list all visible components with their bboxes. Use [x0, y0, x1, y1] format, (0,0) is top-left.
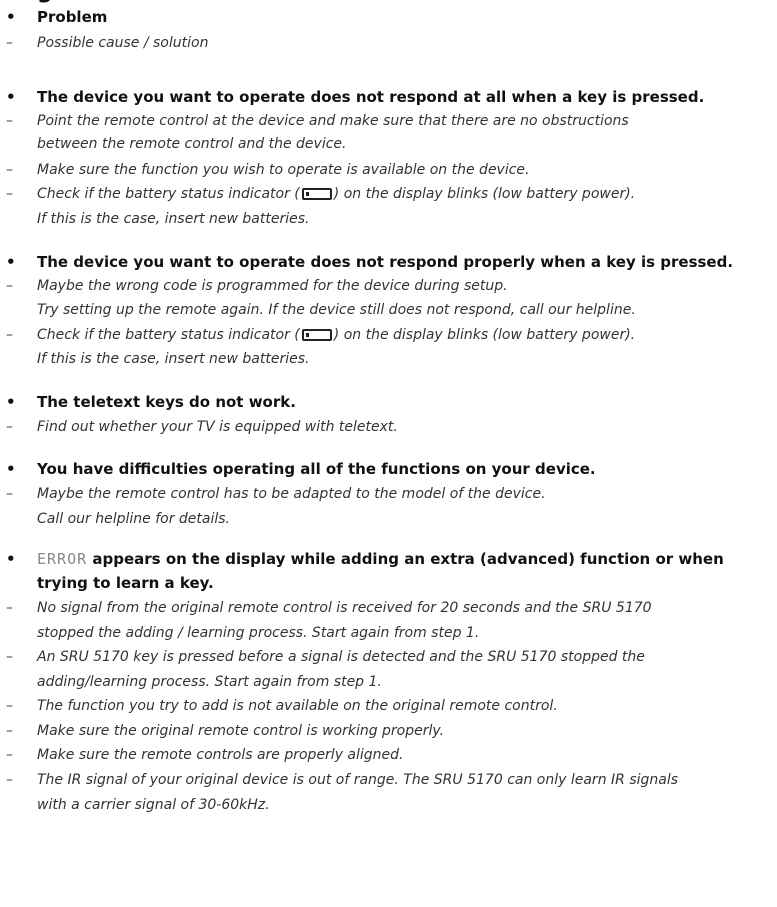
problem-item: • You have difficulties operating all of … — [0, 458, 777, 480]
problem-item: • The teletext keys do not work. — [0, 391, 777, 413]
problem-item: • ERROR appears on the display while addi… — [0, 548, 777, 570]
cause-item: – Maybe the wrong code is programmed for … — [0, 275, 777, 297]
cause-item: – Find out whether your TV is equipped wi… — [0, 416, 777, 438]
cause-text: An SRU 5170 key is pressed before a sign… — [37, 649, 645, 665]
cause-text: Make sure the remote controls are proper… — [37, 747, 404, 763]
bullet-icon: • — [6, 8, 16, 26]
dash-icon: – — [6, 723, 13, 739]
cause-item: If this is the case, insert new batterie… — [0, 208, 777, 230]
cause-text: If this is the case, insert new batterie… — [37, 211, 310, 227]
cause-text: The IR signal of your original device is… — [37, 772, 679, 788]
troubleshooting-page: g • Problem – Possible cause / solution • The … — [0, 0, 777, 907]
cause-item: – Point the remote control at the device … — [0, 110, 777, 132]
dash-icon: – — [6, 162, 13, 178]
dash-icon: – — [6, 649, 13, 665]
cause-item: – An SRU 5170 key is pressed before a sig… — [0, 646, 777, 668]
cause-item: – No signal from the original remote cont… — [0, 597, 777, 619]
cause-text: Maybe the remote control has to be adapt… — [37, 486, 546, 502]
bullet-icon: • — [6, 88, 16, 106]
cause-text: Check if the battery status indicator ()… — [37, 186, 636, 202]
cause-text: with a carrier signal of 30-60kHz. — [37, 797, 270, 813]
dash-icon: – — [6, 419, 13, 435]
cause-item: If this is the case, insert new batterie… — [0, 348, 777, 370]
cause-item: Call our helpline for details. — [0, 508, 777, 530]
cause-text: Call our helpline for details. — [37, 511, 230, 527]
cause-text: Find out whether your TV is equipped wit… — [37, 419, 398, 435]
legend-problem: • Problem — [0, 6, 777, 28]
cause-item: – The IR signal of your original device i… — [0, 769, 777, 791]
cause-item: – Make sure the function you wish to oper… — [0, 159, 777, 181]
dash-icon: – — [6, 600, 13, 616]
bullet-icon: • — [6, 550, 16, 568]
dash-icon: – — [6, 747, 13, 763]
cause-item: with a carrier signal of 30-60kHz. — [0, 794, 777, 816]
dash-icon: – — [6, 772, 13, 788]
cause-item: stopped the adding / learning process. S… — [0, 622, 777, 644]
dash-icon: – — [6, 698, 13, 714]
cause-text: Make sure the function you wish to opera… — [37, 162, 530, 178]
cause-item: – Check if the battery status indicator (… — [0, 324, 777, 346]
problem-item: • The device you want to operate does not… — [0, 86, 777, 108]
cause-item: – Check if the battery status indicator (… — [0, 183, 777, 205]
legend-cause-label: Possible cause / solution — [37, 35, 209, 51]
cause-item: Try setting up the remote again. If the … — [0, 299, 777, 321]
cause-text: Point the remote control at the device a… — [37, 113, 629, 129]
section-title-text: g — [37, 0, 53, 3]
dash-icon: – — [6, 113, 13, 129]
dash-icon: – — [6, 278, 13, 294]
cause-item: between the remote control and the devic… — [0, 133, 777, 155]
cause-item: adding/learning process. Start again fro… — [0, 671, 777, 693]
dash-icon: – — [6, 186, 13, 202]
problem-item-continued: trying to learn a key. — [0, 572, 777, 594]
cause-item: – The function you try to add is not avai… — [0, 695, 777, 717]
cause-item: – Make sure the original remote control i… — [0, 720, 777, 742]
cause-text: The function you try to add is not avail… — [37, 698, 558, 714]
cause-text: adding/learning process. Start again fro… — [37, 674, 382, 690]
problem-text: ERROR appears on the display while addin… — [37, 550, 724, 568]
cause-text: If this is the case, insert new batterie… — [37, 351, 310, 367]
lcd-error-text: ERROR — [37, 550, 88, 568]
cause-text: Check if the battery status indicator ()… — [37, 327, 636, 343]
dash-icon: – — [6, 35, 13, 51]
cause-text: Maybe the wrong code is programmed for t… — [37, 278, 508, 294]
cause-item: – Maybe the remote control has to be adap… — [0, 483, 777, 505]
cause-text: Try setting up the remote again. If the … — [37, 302, 636, 318]
bullet-icon: • — [6, 393, 16, 411]
legend-cause: – Possible cause / solution — [0, 32, 777, 54]
problem-text: The teletext keys do not work. — [37, 393, 296, 411]
dash-icon: – — [6, 327, 13, 343]
cause-item: – Make sure the remote controls are prope… — [0, 744, 777, 766]
legend-problem-label: Problem — [37, 8, 108, 26]
problem-text: The device you want to operate does not … — [37, 253, 734, 271]
bullet-icon: • — [6, 253, 16, 271]
cause-text: between the remote control and the devic… — [37, 136, 347, 152]
cause-text: No signal from the original remote contr… — [37, 600, 652, 616]
problem-text: The device you want to operate does not … — [37, 88, 705, 106]
bullet-icon: • — [6, 460, 16, 478]
problem-text: trying to learn a key. — [37, 574, 214, 592]
battery-status-icon — [301, 329, 332, 341]
problem-item: • The device you want to operate does not… — [0, 251, 777, 273]
problem-text: You have difficulties operating all of t… — [37, 460, 596, 478]
battery-status-icon — [301, 188, 332, 200]
cause-text: stopped the adding / learning process. S… — [37, 625, 480, 641]
dash-icon: – — [6, 486, 13, 502]
cause-text: Make sure the original remote control is… — [37, 723, 445, 739]
